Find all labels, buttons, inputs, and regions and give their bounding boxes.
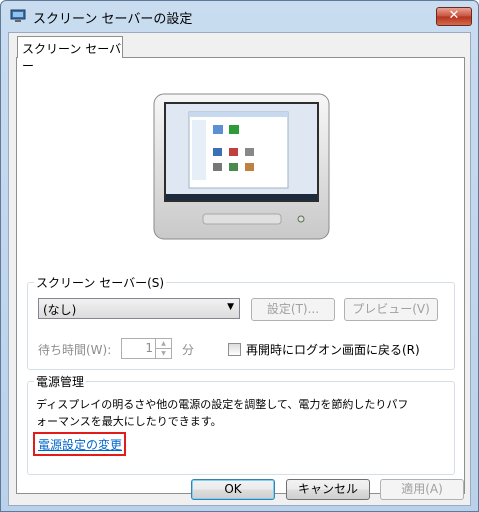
tab-panel: スクリーン セーバー(S) (なし) ▼ 設定(T)... プレビュー(V) 待…: [16, 57, 465, 494]
monitor-preview-icon: [153, 93, 330, 240]
screen-saver-settings-icon: [10, 9, 26, 22]
chevron-down-icon: ▼: [227, 302, 234, 312]
title-bar[interactable]: スクリーン セーバーの設定 ✕: [1, 1, 478, 31]
screen-saver-group-label: スクリーン セーバー(S): [34, 274, 167, 291]
power-description-line2: ォーマンスを最大にしたりできます。: [36, 415, 222, 428]
screen-saver-settings-window: スクリーン セーバーの設定 ✕ スクリーン セーバー スクリーン セーバー(S)…: [0, 0, 479, 512]
window-title: スクリーン セーバーの設定: [33, 12, 193, 27]
resume-logon-checkbox[interactable]: [228, 343, 241, 356]
power-management-group-label: 電源管理: [34, 373, 87, 390]
ok-button[interactable]: OK: [191, 479, 275, 500]
wait-time-value: 1: [145, 341, 153, 355]
wait-time-label: 待ち時間(W):: [38, 343, 112, 357]
screen-saver-group: スクリーン セーバー(S) (なし) ▼ 設定(T)... プレビュー(V) 待…: [27, 274, 455, 370]
wait-time-unit: 分: [182, 343, 195, 357]
screen-saver-select[interactable]: (なし) ▼: [38, 298, 240, 319]
close-button[interactable]: ✕: [436, 7, 472, 26]
cancel-button[interactable]: キャンセル: [286, 479, 370, 500]
dialog-client-area: スクリーン セーバー スクリーン セーバー(S) (なし) ▼ 設定(T)...…: [8, 32, 471, 506]
spin-up-icon[interactable]: ▲: [155, 339, 171, 349]
change-power-settings-link[interactable]: 電源設定の変更: [38, 436, 122, 453]
power-description-line1: ディスプレイの明るさや他の電源の設定を調整して、電力を節約したりパフ: [36, 398, 409, 411]
wait-time-spinner[interactable]: 1 ▲ ▼: [121, 338, 172, 359]
tab-screen-saver[interactable]: スクリーン セーバー: [17, 36, 123, 73]
preview-button[interactable]: プレビュー(V): [344, 298, 438, 321]
screen-saver-select-value: (なし): [43, 303, 77, 317]
close-icon: ✕: [448, 8, 460, 23]
power-management-group: 電源管理 ディスプレイの明るさや他の電源の設定を調整して、電力を節約したりパフ …: [27, 373, 455, 475]
resume-logon-label[interactable]: 再開時にログオン画面に戻る(R): [246, 341, 420, 358]
settings-button[interactable]: 設定(T)...: [251, 298, 335, 321]
apply-button[interactable]: 適用(A): [380, 479, 464, 500]
spin-down-icon[interactable]: ▼: [155, 349, 171, 359]
